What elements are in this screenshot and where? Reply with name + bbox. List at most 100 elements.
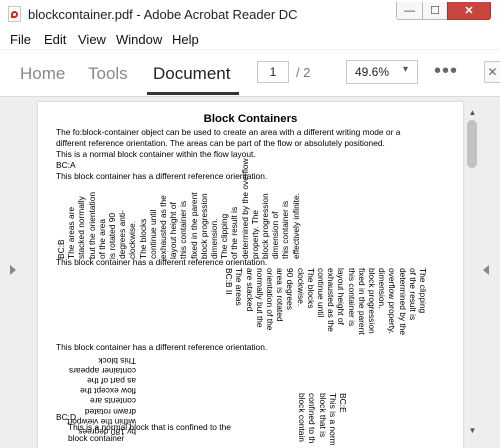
bce-line: confined to th (307, 393, 318, 444)
close-button[interactable]: ✕ (447, 2, 491, 20)
bcb2-line: The blocks (305, 268, 316, 309)
bcb-line: fixed in the parent (188, 192, 199, 259)
bcb2-rotated-block: The clipping of the result is determined b… (224, 268, 428, 335)
upside-line: container appears (68, 365, 136, 376)
block-container-fragment: block container (68, 433, 125, 443)
vertical-scrollbar[interactable]: ▲ ▼ (466, 108, 479, 440)
expand-left-icon[interactable] (10, 265, 16, 275)
minimize-button[interactable]: — (396, 2, 423, 20)
tab-home[interactable]: Home (20, 64, 65, 84)
bcb2-line: 90 degrees (285, 268, 296, 310)
bcb-line: block progression (260, 193, 271, 259)
bce-line: block that is (317, 393, 328, 438)
zoom-dropdown[interactable]: 49.6% ▾ (346, 60, 418, 84)
bcb-line: block progression (198, 193, 209, 259)
bcb-line: this container is (280, 200, 291, 259)
bcb-line: BC:B (56, 239, 66, 259)
tab-tools[interactable]: Tools (88, 64, 128, 84)
zoom-value: 49.6% (355, 65, 390, 79)
upside-line: contents are (89, 396, 136, 407)
bcb-line: The blocks (137, 218, 148, 260)
bcb-line: determined by the overflow (239, 158, 250, 259)
bcb2-line: area is rotated (275, 268, 286, 322)
bcd-label: BC:D (56, 412, 77, 422)
bcb2-line: clockwise. (295, 268, 306, 307)
orientation-note-3: This block container has a different ref… (56, 342, 268, 352)
scroll-up-icon[interactable]: ▲ (466, 108, 479, 118)
menu-view[interactable]: View (78, 32, 106, 47)
bce-rotated-block: BC:E This is a norm block that is confined … (297, 393, 348, 446)
pdf-page: Block Containers The fo:block-container … (38, 102, 463, 448)
bcb-line: clockwise. (127, 220, 138, 259)
bce-line: block contain (297, 393, 308, 442)
bcb-line: dimension of (270, 211, 281, 260)
bcb-rotated-block: BC:B The areas are stacked normally but the… (56, 158, 301, 259)
bcb2-line: of the result is (407, 268, 418, 321)
side-panel-toggle[interactable]: ✕ (484, 61, 500, 83)
scroll-thumb[interactable] (467, 120, 477, 168)
bcb2-line: normally but the (254, 268, 265, 328)
bcb-line: property. The (249, 209, 260, 259)
tab-document[interactable]: Document (153, 64, 230, 84)
bcb2-line: The areas (234, 268, 245, 306)
active-tab-underline (147, 92, 239, 95)
bcb-line: of the result is (229, 206, 240, 259)
bcb-line: The areas are (66, 206, 77, 259)
bcb2-line: determined by the (397, 268, 408, 336)
bce-line: BC:E (338, 393, 348, 413)
menu-bar: File Edit View Window Help (0, 29, 500, 49)
bcb2-line: The clipping (418, 268, 428, 314)
bcb-line: degrees anti- (117, 210, 128, 259)
bcb-line: dimension. (209, 218, 220, 259)
minimize-icon: — (404, 4, 415, 17)
close-icon: ✕ (464, 5, 474, 17)
bcb2-line: are stacked (244, 268, 255, 312)
upside-line: This block (98, 355, 136, 366)
bcb-line: continue until (147, 209, 158, 259)
menu-edit[interactable]: Edit (44, 32, 66, 47)
bce-line: This is a norm (327, 393, 338, 446)
menu-help[interactable]: Help (172, 32, 199, 47)
bcb-line: layout height of (168, 202, 179, 259)
menu-window[interactable]: Window (116, 32, 162, 47)
title-bar: blockcontainer.pdf - Adobe Acrobat Reade… (0, 0, 500, 30)
chevron-down-icon: ▾ (403, 64, 409, 75)
orientation-note-2: This block container has a different ref… (56, 257, 268, 267)
bcb2-line: layout height of (336, 268, 347, 325)
bcb2-line: BC:B II (224, 268, 235, 295)
menu-file[interactable]: File (10, 32, 31, 47)
bcb2-line: block progression (366, 268, 377, 334)
pdf-icon (8, 6, 21, 22)
window-title: blockcontainer.pdf - Adobe Acrobat Reade… (28, 7, 298, 22)
bcb-line: is rotated 90 (107, 212, 118, 259)
bcb-line: effectively infinite. (290, 193, 301, 259)
expand-right-icon[interactable] (483, 265, 489, 275)
upside-line: flow except the (80, 386, 136, 397)
bcb2-line: exhausted as the (326, 268, 337, 332)
upside-line: drawn rotated (84, 406, 136, 417)
bcb-line: The clipping (219, 213, 230, 259)
bcb-line: this container is (178, 200, 189, 259)
upside-line: as part of the (87, 375, 136, 386)
page-number-input[interactable]: 1 (257, 61, 289, 83)
toolbar: Home Tools Document 1 / 2 49.6% ▾ ••• ✕ (0, 50, 500, 97)
maximize-button[interactable]: ☐ (422, 2, 448, 20)
bcb-line: exhausted as the (158, 195, 169, 259)
more-icon[interactable]: ••• (434, 60, 458, 83)
normal-block-text: This is a normal block that is confined … (68, 422, 231, 432)
bcb2-line: continue until (315, 268, 326, 318)
bcb2-line: fixed in the parent (356, 268, 367, 335)
bcb2-line: overflow property. (387, 268, 398, 334)
intro-line-1: The fo:block-container object can be use… (56, 127, 401, 137)
bcb2-line: this container is (346, 268, 357, 327)
page-total: / 2 (296, 65, 311, 80)
page-title: Block Containers (203, 113, 298, 125)
bcb2-line: orientation of the (264, 268, 275, 331)
bcb-line: of the area (96, 218, 107, 259)
maximize-icon: ☐ (430, 5, 440, 17)
scroll-down-icon[interactable]: ▼ (466, 426, 479, 436)
bcb-line: but the orientation (86, 191, 97, 259)
bcb2-line: dimension. (377, 268, 388, 309)
intro-line-2: different reference orientation. The are… (56, 138, 385, 148)
bcb-line: stacked normally (76, 196, 87, 259)
